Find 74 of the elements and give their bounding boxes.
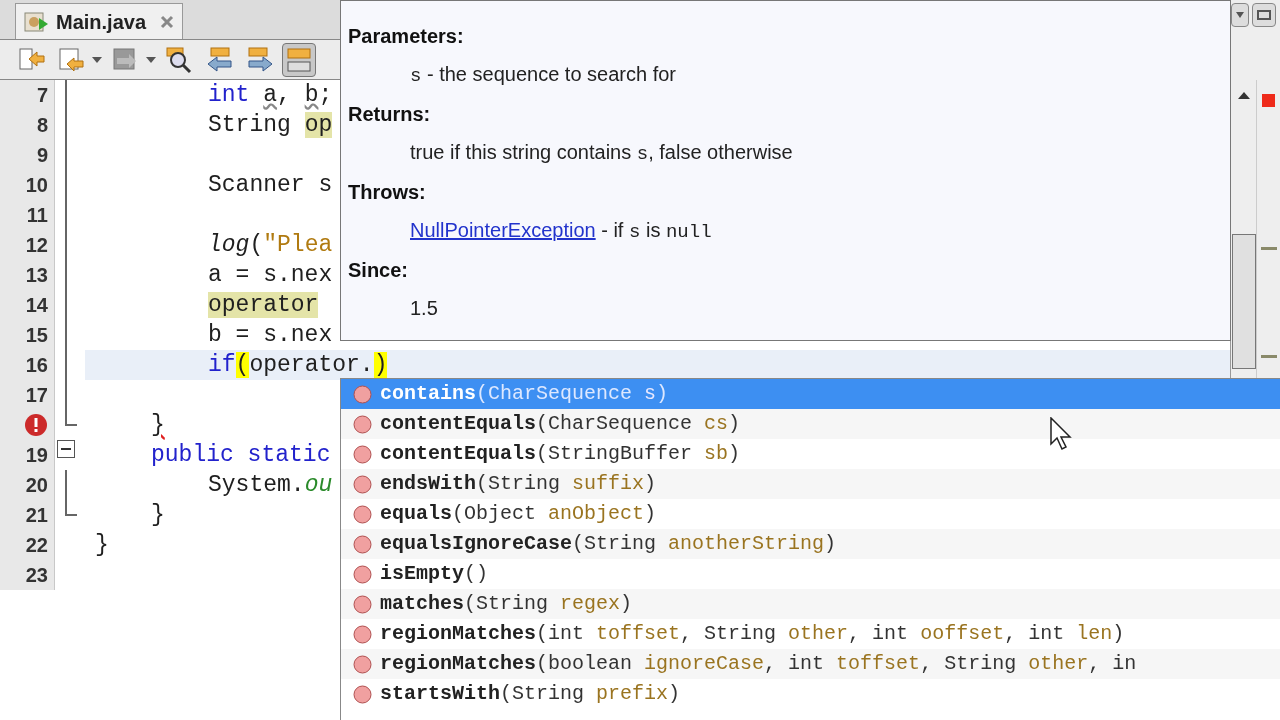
line-number: 21 bbox=[25, 503, 48, 528]
line-number: 19 bbox=[25, 443, 48, 468]
exception-link[interactable]: NullPointerException bbox=[410, 219, 596, 241]
caret-icon[interactable] bbox=[92, 56, 102, 63]
close-icon[interactable] bbox=[160, 14, 174, 29]
code-text: } bbox=[151, 411, 165, 439]
line-number: 20 bbox=[25, 473, 48, 498]
code-text: a = s.nex bbox=[208, 261, 333, 289]
code-text: } bbox=[151, 501, 165, 529]
method-icon bbox=[353, 474, 372, 494]
completion-item[interactable]: regionMatches(boolean ignoreCase, int toffset, String other, in bbox=[341, 649, 1280, 679]
method-icon bbox=[353, 534, 372, 554]
caret-icon[interactable] bbox=[146, 56, 156, 63]
completion-item[interactable]: matches(String regex) bbox=[341, 589, 1280, 619]
code-text: operator bbox=[208, 291, 319, 319]
code-text: Scanner s bbox=[208, 171, 333, 199]
scrollbar-thumb[interactable] bbox=[1231, 234, 1256, 369]
doc-heading: Returns: bbox=[348, 102, 432, 127]
line-number: 9 bbox=[36, 143, 48, 168]
code-text: } bbox=[95, 531, 109, 559]
warning-stripe-mark[interactable] bbox=[1260, 355, 1277, 358]
doc-text: true if this string contains s, false otherwise bbox=[409, 140, 794, 167]
line-number: 14 bbox=[25, 293, 48, 318]
method-icon bbox=[353, 624, 372, 644]
line-number: 12 bbox=[25, 233, 48, 258]
doc-text: 1.5 bbox=[409, 296, 439, 321]
search-icon bbox=[165, 45, 193, 74]
code-text: System.ou bbox=[208, 471, 333, 499]
method-icon bbox=[353, 384, 372, 404]
line-number: 13 bbox=[25, 263, 48, 288]
doc-heading: Throws: bbox=[348, 180, 427, 205]
line-number: 11 bbox=[26, 203, 48, 228]
code-text: log("Plea bbox=[208, 231, 333, 259]
editor-tab[interactable]: Main.java bbox=[15, 3, 183, 39]
right-arrow-icon bbox=[245, 45, 273, 74]
method-icon bbox=[353, 564, 372, 584]
method-icon bbox=[353, 444, 372, 464]
method-icon bbox=[353, 504, 372, 524]
code-text: public static bbox=[151, 441, 331, 469]
scroll-up-icon[interactable] bbox=[1237, 92, 1250, 99]
java-file-icon bbox=[24, 9, 50, 34]
window-icon bbox=[1257, 10, 1271, 20]
code-text: if(operator.) bbox=[208, 351, 388, 379]
panel-icon bbox=[285, 45, 313, 74]
fold-toggle[interactable] bbox=[57, 440, 75, 458]
code-text: int a, b; bbox=[208, 81, 333, 109]
line-number: 10 bbox=[25, 173, 48, 198]
method-icon bbox=[353, 594, 372, 614]
doc-heading: Since: bbox=[348, 258, 410, 283]
doc-text: s - the sequence to search for bbox=[409, 62, 677, 89]
line-number: 17 bbox=[25, 383, 48, 408]
mouse-pointer-icon bbox=[1050, 417, 1072, 451]
doc-heading: Parameters: bbox=[348, 24, 465, 49]
document-arrow-icon bbox=[57, 45, 85, 74]
code-text: String op bbox=[208, 111, 333, 139]
completion-item[interactable]: equalsIgnoreCase(String anotherString) bbox=[341, 529, 1280, 559]
line-number: 16 bbox=[25, 353, 48, 378]
doc-text: NullPointerException - if s is null bbox=[409, 218, 713, 245]
maximize-button[interactable] bbox=[1252, 3, 1276, 27]
method-icon bbox=[353, 684, 372, 704]
line-number: 8 bbox=[36, 113, 48, 138]
method-icon bbox=[353, 654, 372, 674]
method-icon bbox=[353, 414, 372, 434]
warning-stripe-mark[interactable] bbox=[1260, 247, 1277, 250]
left-arrow-icon bbox=[205, 45, 233, 74]
code-text: b = s.nex bbox=[208, 321, 333, 349]
minimize-button[interactable] bbox=[1231, 3, 1249, 27]
line-number: 23 bbox=[25, 563, 48, 588]
line-number: 7 bbox=[36, 83, 48, 108]
caret-icon bbox=[1236, 12, 1244, 18]
completion-item[interactable]: contentEquals(CharSequence cs) bbox=[341, 409, 1280, 439]
completion-item[interactable]: endsWith(String suffix) bbox=[341, 469, 1280, 499]
line-number: 15 bbox=[25, 323, 48, 348]
line-number: 22 bbox=[25, 533, 48, 558]
